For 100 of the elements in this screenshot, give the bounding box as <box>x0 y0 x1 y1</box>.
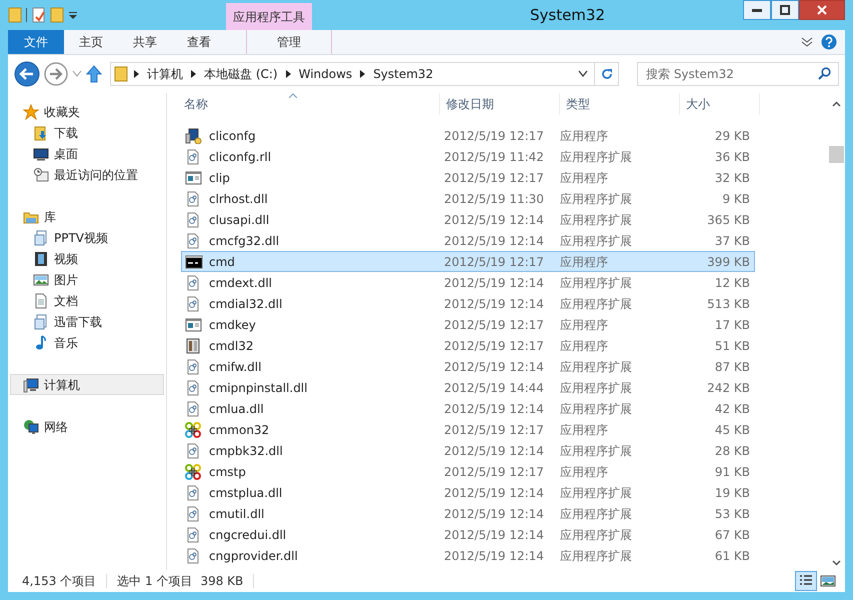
nav-item[interactable]: 音乐 <box>10 332 164 353</box>
file-name[interactable]: cmdext.dll <box>209 274 272 292</box>
file-name[interactable]: cliconfg.rll <box>209 148 272 166</box>
column-header[interactable]: 名称 <box>167 93 440 115</box>
nav-item[interactable]: 文档 <box>10 290 164 311</box>
file-name[interactable]: clrhost.dll <box>209 190 268 208</box>
file-name[interactable]: cngprovider.dll <box>209 546 298 564</box>
nav-label[interactable]: 收藏夹 <box>44 102 80 120</box>
nav-item[interactable]: 桌面 <box>10 143 164 164</box>
minimize-button[interactable] <box>743 0 771 20</box>
breadcrumb-arrow-icon[interactable] <box>191 70 196 78</box>
file-name[interactable]: cmutil.dll <box>209 504 264 522</box>
ribbon-tab[interactable]: 共享 <box>118 30 172 54</box>
file-row[interactable]: cmdl32 2012/5/19 12:17 应用程序 51 KB <box>181 335 755 356</box>
file-name[interactable]: cmstplua.dll <box>209 484 282 502</box>
file-row[interactable]: cngcredui.dll 2012/5/19 12:14 应用程序扩展 67 KB <box>181 524 755 545</box>
file-row[interactable]: cliconfg 2012/5/19 12:17 应用程序 29 KB <box>181 125 755 146</box>
file-row[interactable]: cmpbk32.dll 2012/5/19 12:14 应用程序扩展 28 KB <box>181 440 755 461</box>
nav-item[interactable]: 收藏夹 <box>10 101 164 122</box>
address-dropdown-icon[interactable] <box>578 70 588 78</box>
breadcrumb[interactable]: 计算机 <box>147 65 183 83</box>
nav-item[interactable]: 视频 <box>10 248 164 269</box>
ribbon-tab[interactable]: 查看 <box>172 30 226 54</box>
breadcrumb[interactable]: System32 <box>373 65 434 83</box>
forward-button[interactable] <box>44 62 68 86</box>
file-name[interactable]: cmdl32 <box>209 336 254 354</box>
file-name[interactable]: cngcredui.dll <box>209 526 286 544</box>
column-header[interactable]: 大小 <box>680 93 760 115</box>
file-row[interactable]: cmstp 2012/5/19 12:17 应用程序 91 KB <box>181 461 755 482</box>
file-row[interactable]: clip 2012/5/19 12:17 应用程序 32 KB <box>181 167 755 188</box>
nav-label[interactable]: 桌面 <box>54 144 78 162</box>
file-name[interactable]: cmd <box>209 252 235 270</box>
ribbon-tab[interactable]: 文件 <box>8 30 64 54</box>
nav-label[interactable]: 网络 <box>44 418 68 436</box>
nav-item[interactable]: 最近访问的位置 <box>10 164 164 185</box>
nav-item[interactable]: 库 <box>10 206 164 227</box>
nav-item[interactable]: 迅雷下载 <box>10 311 164 332</box>
file-row[interactable]: cmlua.dll 2012/5/19 12:14 应用程序扩展 42 KB <box>181 398 755 419</box>
address-field[interactable]: 计算机 本地磁盘 (C:) Windows System32 <box>110 62 619 86</box>
ribbon-tab[interactable]: 管理 <box>246 30 332 54</box>
file-row[interactable]: cmdial32.dll 2012/5/19 12:14 应用程序扩展 513 KB <box>181 293 755 314</box>
close-button[interactable] <box>799 0 845 20</box>
file-row[interactable]: cmstplua.dll 2012/5/19 12:14 应用程序扩展 19 KB <box>181 482 755 503</box>
breadcrumb[interactable]: 本地磁盘 (C:) <box>204 65 278 83</box>
file-name[interactable]: cmipnpinstall.dll <box>209 378 308 396</box>
nav-item[interactable]: 计算机 <box>10 374 164 395</box>
column-header[interactable]: 类型 <box>560 93 680 115</box>
back-button[interactable] <box>14 61 40 87</box>
up-arrow-icon[interactable] <box>86 65 102 83</box>
file-row[interactable]: cmdext.dll 2012/5/19 12:14 应用程序扩展 12 KB <box>181 272 755 293</box>
file-name[interactable]: cmdial32.dll <box>209 294 282 312</box>
nav-item[interactable]: 图片 <box>10 269 164 290</box>
file-name[interactable]: cmmon32 <box>209 420 270 438</box>
file-row[interactable]: cmd 2012/5/19 12:17 应用程序 399 KB <box>181 251 755 272</box>
column-header[interactable]: 修改日期 <box>440 93 560 115</box>
breadcrumb-arrow-icon[interactable] <box>360 70 366 78</box>
properties-icon[interactable] <box>32 7 46 23</box>
nav-item[interactable]: PPTV视频 <box>10 227 164 248</box>
nav-label[interactable]: 迅雷下载 <box>54 312 102 330</box>
file-row[interactable]: cmcfg32.dll 2012/5/19 12:14 应用程序扩展 37 KB <box>181 230 755 251</box>
help-icon[interactable] <box>821 34 837 50</box>
file-name[interactable]: cmifw.dll <box>209 358 262 376</box>
file-name[interactable]: cmcfg32.dll <box>209 232 280 250</box>
file-name[interactable]: clip <box>209 168 230 186</box>
refresh-icon[interactable] <box>600 68 612 80</box>
nav-item[interactable]: 网络 <box>10 416 164 437</box>
file-name[interactable]: cmdkey <box>209 316 256 334</box>
maximize-button[interactable] <box>771 0 799 20</box>
file-name[interactable]: cmstp <box>209 462 246 480</box>
file-name[interactable]: cmlua.dll <box>209 400 264 418</box>
file-name[interactable]: clusapi.dll <box>209 210 270 228</box>
file-row[interactable]: clusapi.dll 2012/5/19 12:14 应用程序扩展 365 KB <box>181 209 755 230</box>
recent-locations-caret-icon[interactable] <box>72 70 82 78</box>
file-row[interactable]: cmmon32 2012/5/19 12:17 应用程序 45 KB <box>181 419 755 440</box>
nav-item[interactable]: 下载 <box>10 122 164 143</box>
nav-label[interactable]: 库 <box>44 208 56 226</box>
file-name[interactable]: cliconfg <box>209 126 256 144</box>
scroll-up-icon[interactable] <box>832 101 841 107</box>
nav-label[interactable]: 下载 <box>54 124 78 142</box>
ribbon-tab[interactable]: 主页 <box>64 30 118 54</box>
nav-label[interactable]: 视频 <box>54 250 78 268</box>
file-row[interactable]: clrhost.dll 2012/5/19 11:30 应用程序扩展 9 KB <box>181 188 755 209</box>
nav-label[interactable]: 文档 <box>54 292 78 310</box>
nav-label[interactable]: 计算机 <box>44 376 80 394</box>
scrollbar-thumb[interactable] <box>829 146 844 163</box>
breadcrumb-arrow-icon[interactable] <box>134 70 139 78</box>
file-row[interactable]: cmipnpinstall.dll 2012/5/19 14:44 应用程序扩展 242 KB <box>181 377 755 398</box>
customize-caret-icon[interactable] <box>68 10 78 20</box>
nav-label[interactable]: 图片 <box>54 270 78 288</box>
search-icon[interactable] <box>818 67 831 80</box>
file-row[interactable]: cmdkey 2012/5/19 12:17 应用程序 17 KB <box>181 314 755 335</box>
file-row[interactable]: cmutil.dll 2012/5/19 12:14 应用程序扩展 53 KB <box>181 503 755 524</box>
details-view-button[interactable] <box>795 571 817 591</box>
file-name[interactable]: cmpbk32.dll <box>209 442 283 460</box>
breadcrumb-arrow-icon[interactable] <box>286 70 291 78</box>
expand-ribbon-icon[interactable] <box>801 37 813 47</box>
file-row[interactable]: cmifw.dll 2012/5/19 12:14 应用程序扩展 87 KB <box>181 356 755 377</box>
breadcrumb[interactable]: Windows <box>298 65 352 83</box>
nav-label[interactable]: PPTV视频 <box>54 228 108 246</box>
file-row[interactable]: cliconfg.rll 2012/5/19 11:42 应用程序扩展 36 KB <box>181 146 755 167</box>
